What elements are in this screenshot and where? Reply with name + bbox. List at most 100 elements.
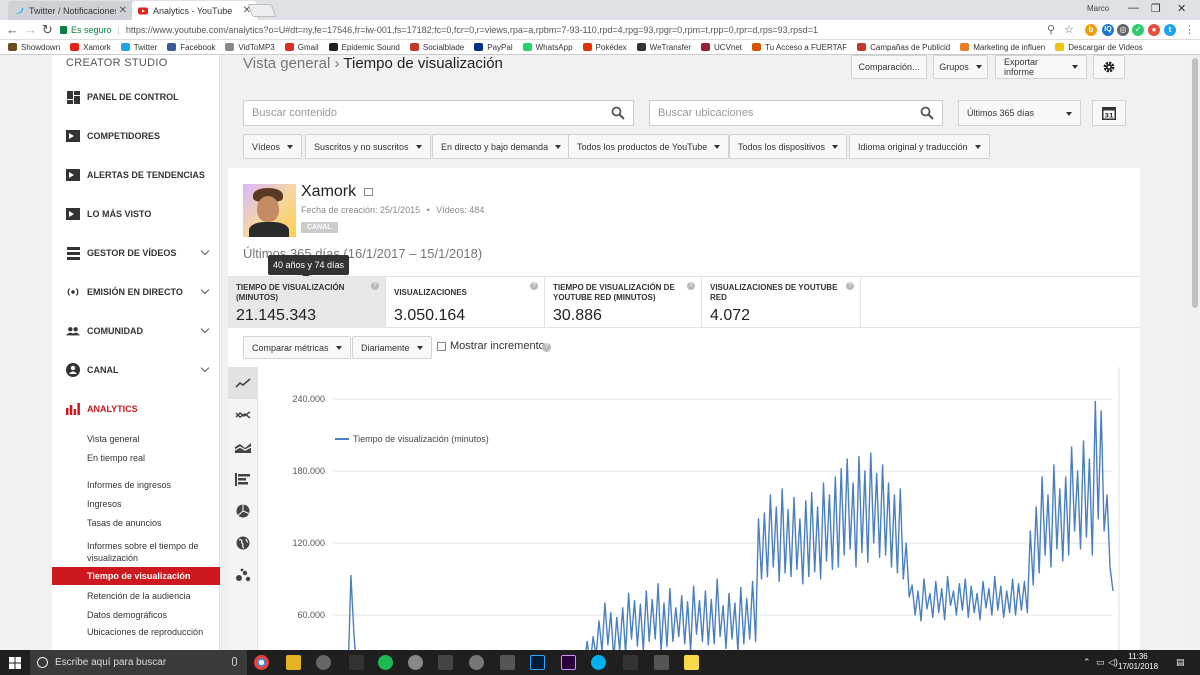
url-field[interactable]: Es seguro | https://www.youtube.com/anal… [60, 22, 1072, 38]
external-link-icon[interactable] [364, 188, 373, 196]
subnav-revenue[interactable]: Ingresos [87, 498, 217, 510]
extension-icon[interactable]: b [1085, 24, 1097, 36]
bookmark-item[interactable]: PayPal [474, 43, 513, 52]
sidebar-item-live[interactable]: EMISIÓN EN DIRECTO [52, 279, 220, 305]
tab-analytics[interactable]: Analytics - YouTube ✕ [132, 1, 257, 20]
sidebar-item-most-viewed[interactable]: LO MÁS VISTO [52, 201, 220, 227]
subnav-ad-rates[interactable]: Tasas de anuncios [87, 517, 217, 529]
minimize-icon[interactable]: — [1128, 2, 1139, 14]
reload-icon[interactable]: ↻ [42, 22, 53, 38]
notifications-icon[interactable]: ▤ [1176, 657, 1185, 668]
help-icon[interactable]: ? [687, 282, 695, 290]
bookmark-item[interactable]: Showdown [8, 43, 60, 52]
calendar-button[interactable]: 31 [1092, 100, 1126, 126]
globe-icon[interactable] [228, 527, 258, 559]
filter-devices[interactable]: Todos los dispositivos [729, 134, 848, 159]
menu-icon[interactable]: ⋮ [1184, 23, 1195, 36]
area-chart-icon[interactable] [228, 431, 258, 463]
sidebar-item-analytics[interactable]: ANALYTICS [52, 396, 220, 422]
granularity-button[interactable]: Diariamente [352, 336, 432, 359]
filter-language[interactable]: Idioma original y traducción [849, 134, 990, 159]
help-icon[interactable]: ? [846, 282, 854, 290]
network-icon[interactable]: ▭ [1096, 657, 1105, 668]
search-location-input[interactable]: Buscar ubicaciones [649, 100, 943, 126]
spotify-icon[interactable] [378, 655, 393, 670]
bookmark-item[interactable]: Socialblade [409, 43, 464, 52]
sidebar-item-trend-alerts[interactable]: ALERTAS DE TENDENCIAS [52, 162, 220, 188]
scrollbar-thumb[interactable] [1192, 58, 1198, 308]
microphone-icon[interactable] [232, 657, 237, 666]
comparison-button[interactable]: Comparación... [851, 55, 927, 79]
window-close-icon[interactable]: ✕ [1177, 2, 1186, 15]
show-increment-label[interactable]: Mostrar incremento [450, 340, 545, 352]
taskbar-search-input[interactable]: Escribe aquí para buscar [30, 650, 247, 675]
sidebar-item-dashboard[interactable]: PANEL DE CONTROL [52, 84, 220, 110]
subnav-watch-time-reports[interactable]: Informes sobre el tiempo de visualizació… [87, 540, 217, 564]
search-content-input[interactable]: Buscar contenido [243, 100, 634, 126]
subnav-revenue-reports[interactable]: Informes de ingresos [87, 479, 217, 491]
bookmark-item[interactable]: Pokédex [582, 43, 627, 52]
extension-icon[interactable]: ● [1148, 24, 1160, 36]
zoom-icon[interactable]: ⚲ [1047, 23, 1055, 36]
vidiq-extension-icon[interactable]: IQ [1102, 24, 1114, 36]
subnav-playback-locations[interactable]: Ubicaciones de reproducción [87, 626, 217, 638]
app-icon[interactable] [438, 655, 453, 670]
file-explorer-icon[interactable] [286, 655, 301, 670]
help-icon[interactable]: ? [371, 282, 379, 290]
filter-subscribers[interactable]: Suscritos y no suscritos [305, 134, 431, 159]
app-icon[interactable] [349, 655, 364, 670]
bookmark-item[interactable]: WhatsApp [522, 43, 573, 52]
tray-chevron-icon[interactable]: ⌃ [1083, 657, 1091, 668]
watch-time-chart[interactable]: 240.000 180.000 120.000 60.000 Tiempo de vis… [258, 367, 1140, 650]
subnav-demographics[interactable]: Datos demográficos [87, 609, 217, 621]
sidebar-item-community[interactable]: COMUNIDAD [52, 318, 220, 344]
twitter-extension-icon[interactable]: t [1164, 24, 1176, 36]
breadcrumb-parent[interactable]: Vista general [243, 55, 330, 72]
restore-icon[interactable]: ❐ [1151, 2, 1161, 15]
help-icon[interactable]: ? [530, 282, 538, 290]
check-extension-icon[interactable]: ✓ [1132, 24, 1144, 36]
app-icon[interactable] [408, 655, 423, 670]
metric-watch-time[interactable]: TIEMPO DE VISUALIZACIÓN (MINUTOS) 21.145… [228, 277, 386, 328]
chevron-down-icon[interactable] [200, 363, 210, 373]
metric-red-views[interactable]: VISUALIZACIONES DE YOUTUBE RED 4.072 ? [702, 277, 861, 328]
show-increment-checkbox[interactable] [437, 342, 446, 351]
search-icon[interactable] [611, 106, 625, 120]
bookmark-item[interactable]: Epidemic Sound [328, 43, 400, 52]
taskbar-clock[interactable]: 11:36 17/01/2018 [1118, 652, 1158, 672]
settings-button[interactable] [1093, 55, 1125, 79]
export-button[interactable]: Exportar informe [995, 55, 1087, 79]
subnav-audience-retention[interactable]: Retención de la audiencia [87, 590, 217, 602]
compare-metrics-button[interactable]: Comparar métricas [243, 336, 351, 359]
bookmark-item[interactable]: Xamork [70, 43, 111, 52]
bookmark-item[interactable]: WeTransfer [636, 43, 691, 52]
extension-icon[interactable]: ◎ [1117, 24, 1129, 36]
help-icon[interactable]: ? [542, 343, 551, 352]
app-icon[interactable] [469, 655, 484, 670]
metric-red-watch-time[interactable]: TIEMPO DE VISUALIZACIÓN DE YOUTUBE RED (… [545, 277, 702, 328]
filter-products[interactable]: Todos los productos de YouTube [568, 134, 730, 159]
channel-name[interactable]: Xamork [301, 183, 356, 201]
premiere-icon[interactable] [561, 655, 576, 670]
bookmark-item[interactable]: Gmail [284, 43, 319, 52]
bookmark-item[interactable]: Campañas de Publicid [857, 43, 950, 52]
bookmark-star-icon[interactable]: ☆ [1064, 23, 1074, 36]
filter-live-on-demand[interactable]: En directo y bajo demanda [432, 134, 571, 159]
chevron-down-icon[interactable] [200, 285, 210, 295]
chevron-down-icon[interactable] [200, 324, 210, 334]
volume-icon[interactable]: ◁) [1108, 657, 1118, 668]
bookmark-item[interactable]: Tu Acceso a FUERTAF [752, 43, 847, 52]
sidebar-item-channel[interactable]: CANAL [52, 357, 220, 383]
groups-button[interactable]: Grupos [933, 55, 988, 79]
bookmark-item[interactable]: Twitter [120, 43, 157, 52]
subnav-watch-time[interactable]: Tiempo de visualización [52, 567, 220, 585]
subnav-realtime[interactable]: En tiempo real [87, 452, 217, 464]
filter-videos[interactable]: Vídeos [243, 134, 303, 159]
subnav-overview[interactable]: Vista general [87, 433, 217, 445]
app-icon[interactable] [316, 655, 331, 670]
profile-name[interactable]: Marco [1087, 4, 1109, 13]
close-icon[interactable]: ✕ [119, 5, 127, 16]
secure-indicator[interactable]: Es seguro [60, 25, 112, 35]
page-scrollbar[interactable] [1190, 55, 1200, 650]
search-icon[interactable] [920, 106, 934, 120]
